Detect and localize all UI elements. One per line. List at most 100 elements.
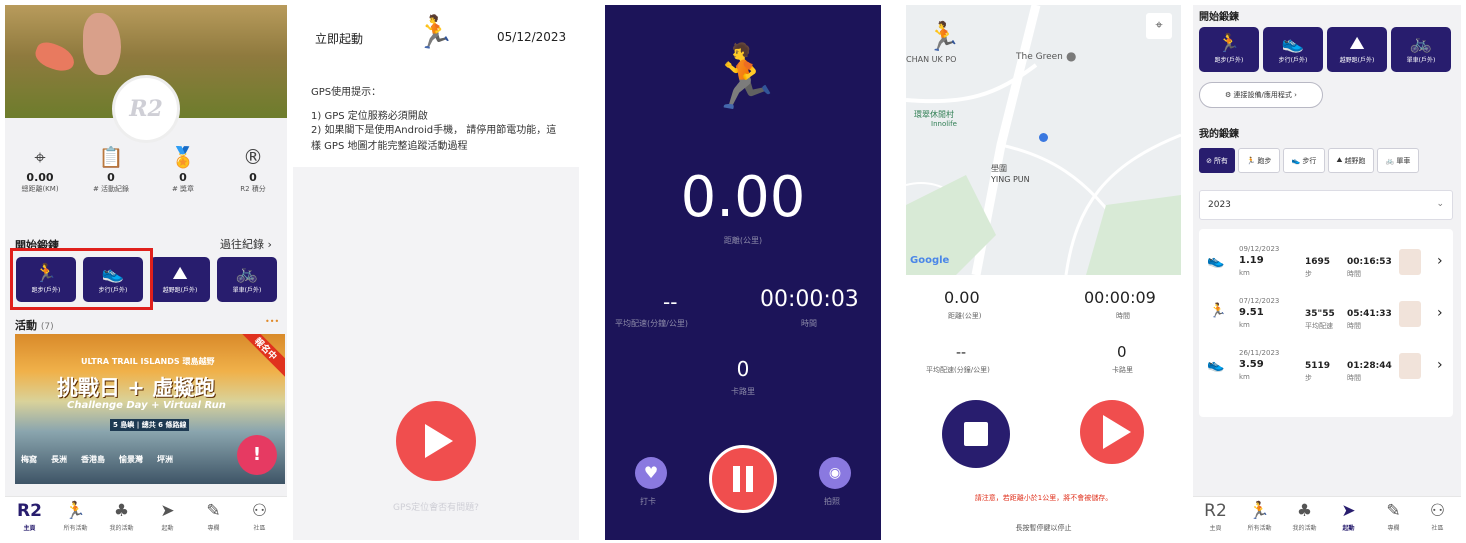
time-value: 00:00:09 <box>1084 288 1156 307</box>
play-icon <box>1103 415 1131 449</box>
record-value-label: 步 <box>1305 270 1312 278</box>
gps-help-link[interactable]: GPS定位會否有問題? <box>293 500 579 513</box>
start-button[interactable] <box>396 401 476 481</box>
exercise-trail-button[interactable]: ⛰ 越野跑(戶外) <box>1327 27 1387 72</box>
trail-icon: ⛰ <box>1336 156 1343 164</box>
record-unit: km <box>1239 373 1250 381</box>
gps-title: GPS使用提示： <box>311 87 382 98</box>
running-man-icon: 🏃 <box>1248 501 1271 521</box>
chevron-down-icon: ⌄ <box>1436 199 1444 209</box>
nav-label: 主頁 <box>23 525 36 532</box>
pencil-icon: ✎ <box>206 501 221 521</box>
clipboard-icon: 📋 <box>98 145 124 169</box>
map-label: CHAN UK PO <box>906 55 957 64</box>
activities-title: 活動 (7) <box>15 317 54 333</box>
map-label: 環翠休閒村 <box>914 110 954 119</box>
running-man-icon: 🏃 <box>64 501 87 521</box>
distance-value: 0.00 <box>944 288 980 307</box>
pause-button[interactable] <box>709 445 777 513</box>
filter-run[interactable]: 🏃 跑步 <box>1238 148 1280 173</box>
nav-my-activities[interactable]: ♣ 我的活動 <box>1282 501 1327 532</box>
filter-bike[interactable]: 🚲 單車 <box>1377 148 1419 173</box>
record-value: 35"55 <box>1305 309 1335 319</box>
time-label: 時間 <box>801 319 817 328</box>
locate-icon[interactable]: ⌖ <box>1146 13 1172 39</box>
place: 愉景灣 <box>119 455 143 464</box>
check-icon: ⊘ <box>1206 156 1212 165</box>
more-icon[interactable]: ••• <box>265 317 279 326</box>
start-screen: 立即起動 🏃 05/12/2023 GPS使用提示： 1) GPS 定位服務必須… <box>293 5 579 540</box>
checkin-button[interactable]: ♥ <box>635 457 667 489</box>
calories-value: 0 <box>736 357 750 381</box>
exercise-walk-button[interactable]: 👟 步行(戶外) <box>1263 27 1323 72</box>
map-screen: The Green ● CHAN UK PO 環翠休閒村 Innolife 壆圍… <box>906 5 1181 540</box>
chevron-right-icon: › <box>267 238 272 251</box>
stat-value: 0.00 <box>26 171 54 184</box>
time-label: 時間 <box>1116 312 1130 320</box>
route-thumbnail <box>1399 353 1421 379</box>
year-value: 2023 <box>1208 200 1231 210</box>
page-title: 立即起動 <box>315 32 364 46</box>
runner-icon: 🏃 <box>926 20 961 53</box>
nav-label: 起動 <box>161 525 174 532</box>
stat-points: ® 0 R2 積分 <box>223 145 283 194</box>
camera-button[interactable]: ◉ <box>819 457 851 489</box>
nav-start[interactable]: ➤ 起動 <box>1326 501 1371 532</box>
stop-button[interactable] <box>942 400 1010 468</box>
record-unit: km <box>1239 321 1250 329</box>
stat-value: 0 <box>107 171 115 184</box>
nav-community[interactable]: ⚇ 社區 <box>1415 501 1460 532</box>
exercise-run-button[interactable]: 🏃 跑步(戶外) <box>1199 27 1259 72</box>
r2-logo-icon: R2 <box>17 501 42 521</box>
nav-community[interactable]: ⚇ 社區 <box>237 501 282 532</box>
pace-label: 平均配速(分鐘/公里) <box>615 319 688 328</box>
record-row[interactable]: 👟 09/12/2023 1.19 km 1695 步 00:16:53 時間 … <box>1207 241 1459 291</box>
resume-button[interactable] <box>1080 400 1144 464</box>
banner-sub: Challenge Day + Virtual Run <box>67 400 226 411</box>
exercise-trail-button[interactable]: ⛰ 越野跑(戶外) <box>150 257 210 302</box>
avatar[interactable]: R2 <box>112 75 180 143</box>
distance-value: 0.00 <box>680 165 806 230</box>
date: 05/12/2023 <box>497 30 567 44</box>
nav-column[interactable]: ✎ 專欄 <box>1371 501 1416 532</box>
year-select[interactable]: 2023 ⌄ <box>1199 190 1453 220</box>
exercise-label: 單車(戶外) <box>1406 57 1436 64</box>
chevron-right-icon: › <box>1294 91 1297 99</box>
filter-walk[interactable]: 👟 步行 <box>1283 148 1325 173</box>
nav-all-activities[interactable]: 🏃 所有活動 <box>1237 501 1282 532</box>
send-icon: ➤ <box>1341 501 1356 521</box>
nav-label: 起動 <box>1342 525 1355 532</box>
record-time: 05:41:33 <box>1347 309 1392 319</box>
exercise-bike-button[interactable]: 🚲 單車(戶外) <box>217 257 277 302</box>
nav-all-activities[interactable]: 🏃 所有活動 <box>53 501 98 532</box>
community-icon: ⚇ <box>251 501 268 521</box>
alert-fab[interactable]: ! <box>237 435 277 475</box>
record-time: 00:16:53 <box>1347 257 1392 267</box>
shoe-icon: 👟 <box>1281 33 1305 54</box>
chevron-right-icon: › <box>1437 305 1443 321</box>
location-pin-icon: ⌖ <box>34 145 46 169</box>
exercise-bike-button[interactable]: 🚲 單車(戶外) <box>1391 27 1451 72</box>
gps-tips: GPS使用提示： 1) GPS 定位服務必須開啟 2) 如果閣下是使用Andro… <box>293 67 579 167</box>
shoe-icon: 👟 <box>1291 156 1301 165</box>
record-km: 1.19 <box>1239 255 1264 266</box>
past-records-link[interactable]: 過往紀錄 › <box>220 236 272 252</box>
highlight-box <box>10 248 153 310</box>
nav-home[interactable]: R2 主頁 <box>7 501 52 532</box>
record-row[interactable]: 🏃 07/12/2023 9.51 km 35"55 平均配速 05:41:33… <box>1207 293 1459 343</box>
filter-trail[interactable]: ⛰ 越野跑 <box>1328 148 1374 173</box>
banner-top: ULTRA TRAIL ISLANDS 環島越野 <box>81 357 215 366</box>
connect-device-button[interactable]: ⚙ 連接設備/應用程式 › <box>1199 82 1323 108</box>
nav-start[interactable]: ➤ 起動 <box>145 501 190 532</box>
calories-label: 卡路里 <box>1112 366 1133 374</box>
home-screen: R2 ⌖ 0.00 總距離(KM) 📋 0 # 活動紀錄 🏅 0 # 獎章 ® … <box>5 5 287 540</box>
record-row[interactable]: 👟 26/11/2023 3.59 km 5119 步 01:28:44 時間 … <box>1207 345 1459 395</box>
nav-home[interactable]: R2 主頁 <box>1193 501 1238 532</box>
shoe-graphic-2 <box>83 13 121 75</box>
filter-all[interactable]: ⊘ 所有 <box>1199 148 1235 173</box>
map[interactable]: The Green ● CHAN UK PO 環翠休閒村 Innolife 壆圍… <box>906 5 1181 275</box>
photo-label: 拍照 <box>824 497 840 506</box>
nav-my-activities[interactable]: ♣ 我的活動 <box>99 501 144 532</box>
nav-column[interactable]: ✎ 專欄 <box>191 501 236 532</box>
activities-count: (7) <box>40 322 54 332</box>
